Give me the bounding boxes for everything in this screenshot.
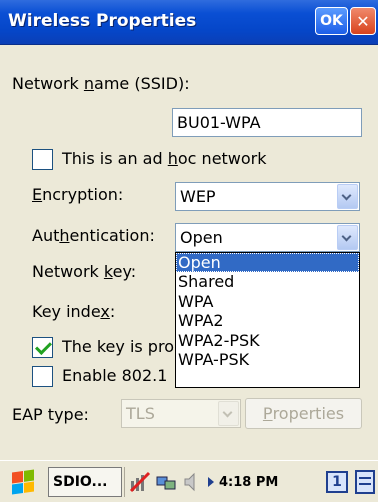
start-button[interactable] (2, 467, 44, 497)
arrow-right-icon (208, 477, 214, 487)
enable-8021x-label: Enable 802.1 (62, 366, 168, 385)
encryption-value: WEP (180, 187, 216, 206)
network-name-label: Network name (SSID): (12, 74, 190, 93)
windows-flag-icon (12, 469, 34, 495)
system-tray: 4:18 PM (124, 467, 324, 497)
authentication-value: Open (180, 228, 223, 247)
authentication-option[interactable]: WPA2-PSK (176, 331, 359, 350)
input-panel-badge[interactable]: 1 (326, 471, 348, 493)
authentication-dropdown-list[interactable]: Open Shared WPA WPA2 WPA2-PSK WPA-PSK (175, 252, 360, 388)
close-icon: ✕ (356, 11, 370, 31)
taskbar-app-button[interactable]: SDIO... (48, 467, 122, 497)
key-index-label: Key index: (32, 302, 116, 321)
close-button[interactable]: ✕ (350, 7, 376, 35)
encryption-label: Encryption: (32, 185, 124, 204)
enable-8021x-checkbox[interactable] (32, 366, 53, 387)
chevron-down-icon (218, 401, 239, 426)
eap-type-select: TLS (121, 399, 241, 428)
authentication-select[interactable]: Open (175, 223, 360, 252)
keyboard-icon[interactable] (354, 469, 376, 495)
authentication-option[interactable]: Shared (176, 272, 359, 291)
adhoc-checkbox[interactable] (32, 149, 53, 170)
chevron-down-icon[interactable] (337, 225, 358, 250)
authentication-option[interactable]: Open (176, 253, 359, 273)
eap-type-value: TLS (126, 404, 155, 423)
properties-button: Properties (245, 398, 362, 429)
taskbar: SDIO... 4:18 PM 1 (0, 460, 378, 502)
authentication-label: Authentication: (32, 226, 155, 245)
eap-type-label: EAP type: (12, 405, 89, 424)
key-auto-label: The key is pro (62, 337, 174, 356)
window-title: Wireless Properties (8, 11, 197, 31)
authentication-option[interactable]: WPA-PSK (176, 350, 359, 369)
key-auto-checkbox[interactable] (32, 337, 53, 358)
volume-icon[interactable] (181, 471, 203, 493)
network-icon[interactable] (129, 471, 151, 493)
clock: 4:18 PM (219, 474, 279, 490)
authentication-option[interactable]: WPA2 (176, 311, 359, 330)
ssid-input[interactable]: BU01-WPA (172, 108, 362, 137)
network-key-label: Network key: (32, 262, 137, 281)
authentication-option[interactable]: WPA (176, 292, 359, 311)
adhoc-label: This is an ad hoc network (62, 149, 267, 168)
ok-button[interactable]: OK (315, 7, 348, 35)
title-bar: Wireless Properties OK ✕ (0, 0, 378, 45)
chevron-down-icon[interactable] (337, 184, 358, 209)
connection-icon[interactable] (155, 471, 177, 493)
encryption-select[interactable]: WEP (175, 182, 360, 211)
